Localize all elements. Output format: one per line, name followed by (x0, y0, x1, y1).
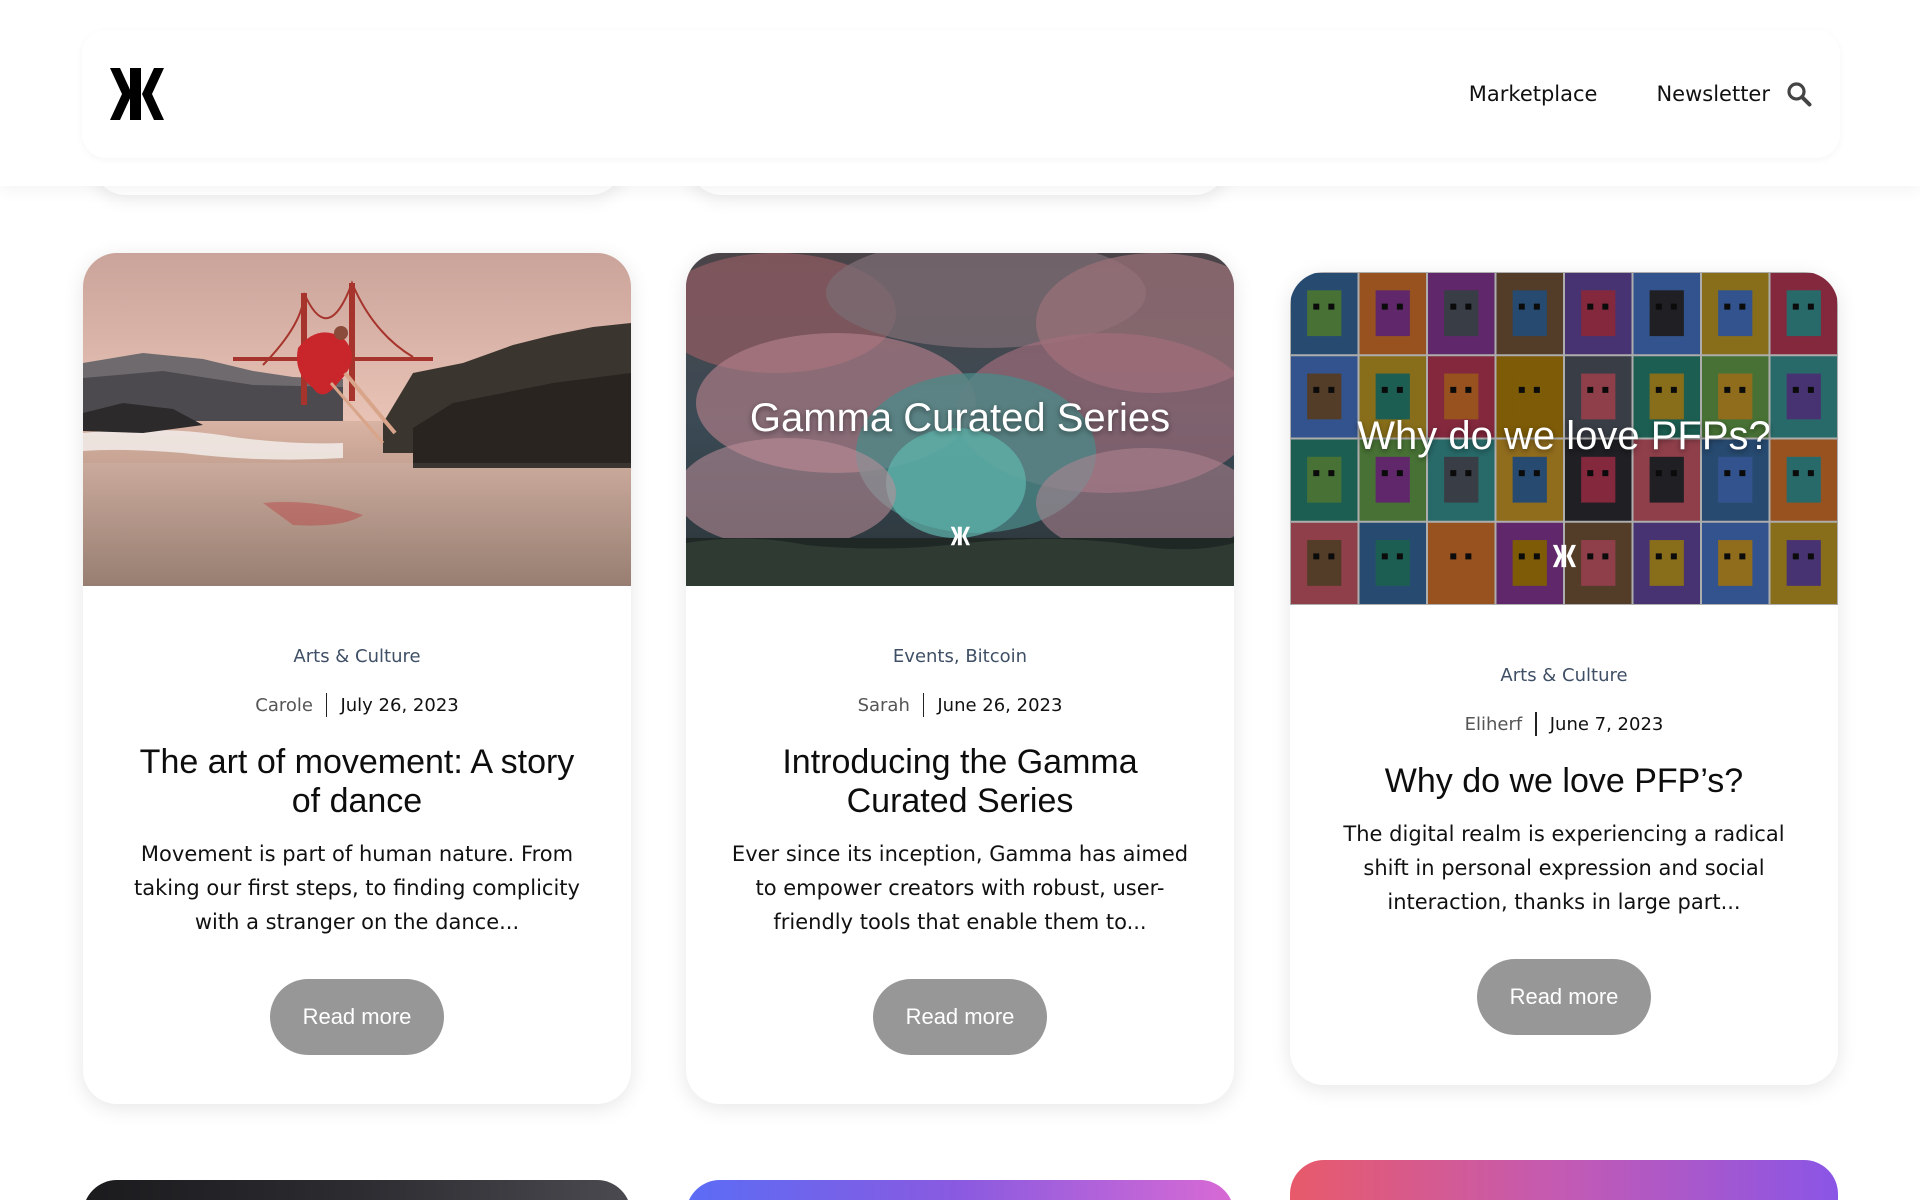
card-body: Arts & Culture Carole July 26, 2023 The … (83, 646, 631, 1055)
article-title[interactable]: The art of movement: A story of dance (123, 743, 591, 821)
article-title[interactable]: Introducing the Gamma Curated Series (726, 743, 1194, 821)
article-image-gamma-series[interactable]: Gamma Curated Series (686, 253, 1234, 586)
article-title[interactable]: Why do we love PFP’s? (1330, 762, 1798, 801)
category-separator: , (953, 646, 966, 667)
read-more-button[interactable]: Read more (873, 979, 1047, 1055)
category-link[interactable]: Arts & Culture (1500, 665, 1627, 686)
read-more-button[interactable]: Read more (1477, 959, 1651, 1035)
article-card: Why do we love PFPs? Arts & Culture Elih… (1290, 272, 1838, 1085)
article-excerpt: Ever since its inception, Gamma has aime… (731, 842, 1189, 934)
gamma-logo-icon (1552, 544, 1576, 568)
category-link[interactable]: Arts & Culture (293, 646, 420, 667)
article-excerpt: The digital realm is experiencing a radi… (1343, 822, 1785, 914)
next-row-card-image[interactable] (686, 1180, 1234, 1200)
post-meta: Sarah June 26, 2023 (726, 693, 1194, 717)
article-card: Gamma Curated Series Events, Bitcoin Sar… (686, 253, 1234, 1104)
site-header: Marketplace Newsletter (82, 30, 1840, 158)
card-body: Arts & Culture Eliherf June 7, 2023 Why … (1290, 665, 1838, 1035)
post-meta: Carole July 26, 2023 (123, 693, 591, 717)
article-image-pfp-grid[interactable]: Why do we love PFPs? (1290, 272, 1838, 605)
main-nav: Marketplace Newsletter (1410, 30, 1814, 158)
category-link[interactable]: Events (893, 646, 954, 667)
meta-divider (1535, 712, 1537, 736)
author-name[interactable]: Carole (255, 695, 313, 716)
next-row-card-image[interactable] (1290, 1160, 1838, 1200)
read-more-button[interactable]: Read more (270, 979, 444, 1055)
image-caption: Gamma Curated Series (749, 396, 1171, 440)
post-date: July 26, 2023 (340, 694, 459, 716)
author-name[interactable]: Sarah (858, 695, 910, 716)
post-date: June 26, 2023 (937, 694, 1063, 716)
categories: Arts & Culture (1330, 665, 1798, 686)
next-row-card-image[interactable] (83, 1180, 631, 1200)
author-name[interactable]: Eliherf (1465, 714, 1523, 735)
gamma-logo[interactable] (108, 66, 164, 122)
post-meta: Eliherf June 7, 2023 (1330, 712, 1798, 736)
nav-marketplace[interactable]: Marketplace (1469, 82, 1598, 106)
article-excerpt: Movement is part of human nature. From t… (134, 842, 580, 934)
gamma-logo-icon (950, 526, 970, 546)
nav-newsletter[interactable]: Newsletter (1656, 82, 1770, 106)
article-image-dance[interactable] (83, 253, 631, 586)
card-body: Events, Bitcoin Sarah June 26, 2023 Intr… (686, 646, 1234, 1055)
category-link[interactable]: Bitcoin (965, 646, 1027, 667)
categories: Arts & Culture (123, 646, 591, 667)
meta-divider (922, 693, 925, 717)
article-card: Arts & Culture Carole July 26, 2023 The … (83, 253, 631, 1104)
image-caption: Why do we love PFPs? (1357, 414, 1771, 458)
categories: Events, Bitcoin (726, 646, 1194, 667)
post-date: June 7, 2023 (1549, 713, 1664, 735)
search-icon[interactable] (1784, 79, 1814, 109)
meta-divider (325, 693, 328, 717)
blog-page: Marketplace Newsletter Arts & Culture Ca… (0, 0, 1920, 1200)
